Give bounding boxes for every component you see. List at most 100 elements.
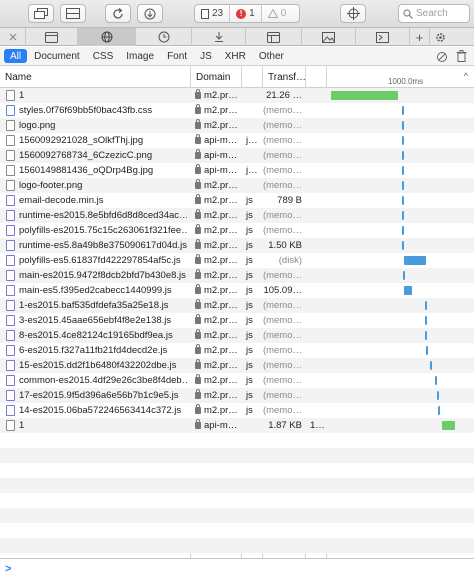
row-domain-cell: m2.pr… xyxy=(191,403,241,418)
tab-elements[interactable] xyxy=(26,28,78,46)
tab-network[interactable] xyxy=(78,28,136,46)
tab-settings[interactable] xyxy=(430,28,450,46)
filter-js[interactable]: JS xyxy=(194,49,218,63)
quick-console[interactable]: > xyxy=(0,558,474,578)
table-row[interactable]: 1 api-m… 1.87 KB 1… xyxy=(0,418,474,433)
column-name-header[interactable]: Name xyxy=(0,66,191,88)
row-domain-cell: m2.pr… xyxy=(191,298,241,313)
row-domain-cell: m2.pr… xyxy=(191,88,241,103)
row-domain-cell: m2.pr… xyxy=(191,178,241,193)
table-row[interactable]: main-es5.f395ed2cabecc1440999.js m2.pr… js… xyxy=(0,283,474,298)
resource-type: js xyxy=(246,315,253,326)
table-row[interactable]: email-decode.min.js m2.pr… js 789 B xyxy=(0,193,474,208)
search-icon xyxy=(403,8,413,19)
dock-bottom-button[interactable] xyxy=(60,4,86,23)
resource-time xyxy=(306,193,326,208)
table-row[interactable]: 8-es2015.4ce82124c19165bdf9ea.js m2.pr… js… xyxy=(0,328,474,343)
tab-new[interactable]: + xyxy=(410,28,430,46)
column-name-label: Name xyxy=(5,71,32,83)
column-time-header[interactable] xyxy=(306,66,327,88)
table-row[interactable]: logo-footer.png m2.pr… (memo… xyxy=(0,178,474,193)
search-input[interactable] xyxy=(416,8,466,19)
reload-button[interactable] xyxy=(105,4,131,23)
table-row[interactable]: logo.png m2.pr… (memo… xyxy=(0,118,474,133)
table-row[interactable]: polyfills-es2015.75c15c263061f321fee… m2.… xyxy=(0,223,474,238)
table-row[interactable]: 17-es2015.9f5d396a6e56b7b1c9e5.js m2.pr… j… xyxy=(0,388,474,403)
search-field[interactable] xyxy=(398,4,470,23)
column-transfer-header[interactable]: Transf… xyxy=(263,66,306,88)
lock-icon xyxy=(195,224,201,234)
disable-cache-button[interactable] xyxy=(436,51,448,66)
warnings-count-cell[interactable]: 0 xyxy=(260,5,293,22)
waterfall-cell xyxy=(327,148,474,163)
debugger-icon xyxy=(214,32,223,42)
js-file-icon xyxy=(6,300,15,311)
resource-transfer-size: (memo… xyxy=(263,345,302,356)
filter-font[interactable]: Font xyxy=(161,49,193,63)
js-file-icon xyxy=(6,285,15,296)
image-file-icon xyxy=(6,135,15,146)
table-row[interactable]: styles.0f76f69bb5f0bac43fb.css m2.pr… (mem… xyxy=(0,103,474,118)
resource-type: js xyxy=(246,345,253,356)
resource-time xyxy=(306,163,326,178)
row-name-cell: logo-footer.png xyxy=(0,178,190,193)
resource-time xyxy=(306,283,326,298)
table-row[interactable]: runtime-es2015.8e5bfd6d8d8ced34ac… m2.pr…… xyxy=(0,208,474,223)
column-type-header[interactable] xyxy=(242,66,263,88)
image-file-icon xyxy=(6,165,15,176)
table-row[interactable]: 1-es2015.baf535dfdefa35a25e18.js m2.pr… js… xyxy=(0,298,474,313)
resource-type xyxy=(242,118,262,133)
lock-icon xyxy=(195,194,201,204)
resource-type: js xyxy=(246,300,253,311)
windows-icon xyxy=(34,8,48,19)
row-name-cell: main-es2015.9472f8dcb2bfd7b430e8.js xyxy=(0,268,190,283)
empty-row xyxy=(0,493,474,508)
table-row[interactable]: polyfills-es5.61837fd422297854af5c.js m2.… xyxy=(0,253,474,268)
resources-count-cell[interactable]: 23 xyxy=(195,5,229,22)
table-row[interactable]: 14-es2015.06ba572246563414c372.js m2.pr… j… xyxy=(0,403,474,418)
table-row[interactable]: main-es2015.9472f8dcb2bfd7b430e8.js m2.pr… xyxy=(0,268,474,283)
empty-row xyxy=(0,463,474,478)
download-button[interactable] xyxy=(137,4,163,23)
table-row[interactable]: 3-es2015.45aae656ebf4f8e2e138.js m2.pr… js… xyxy=(0,313,474,328)
lock-icon xyxy=(195,179,201,189)
tab-canvas[interactable] xyxy=(302,28,356,46)
table-row[interactable]: 1 m2.pr… 21.26 … xyxy=(0,88,474,103)
filter-other[interactable]: Other xyxy=(253,49,290,63)
table-row[interactable]: 1560149881436_oQDrp4Bg.jpg api-m… j… (memo… xyxy=(0,163,474,178)
resource-type: js xyxy=(246,240,253,251)
js-file-icon xyxy=(6,240,15,251)
errors-count-cell[interactable]: ! 1 xyxy=(229,5,261,22)
inspect-element-button[interactable] xyxy=(340,4,366,23)
resource-time xyxy=(306,118,326,133)
row-name-cell: 6-es2015.f327a11fb21fd4decd2e.js xyxy=(0,343,190,358)
table-row[interactable]: 1560092921028_sOlkfThj.jpg api-m… j… (memo… xyxy=(0,133,474,148)
resource-summary[interactable]: 23 ! 1 0 xyxy=(194,4,300,23)
tab-storage[interactable] xyxy=(246,28,302,46)
filter-image[interactable]: Image xyxy=(120,49,160,63)
table-row[interactable]: 1560092768734_6CzezicC.png api-m… (memo… xyxy=(0,148,474,163)
resource-name: 15-es2015.dd2f1b6480f432202dbe.js xyxy=(19,360,177,371)
waterfall-bar xyxy=(404,256,426,265)
clear-log-button[interactable] xyxy=(456,50,467,65)
resource-transfer-size: (disk) xyxy=(278,255,302,266)
row-domain-cell: m2.pr… xyxy=(191,223,241,238)
filter-xhr[interactable]: XHR xyxy=(219,49,252,63)
waterfall-bar xyxy=(430,361,432,370)
gear-icon xyxy=(435,32,445,42)
tab-timelines[interactable] xyxy=(136,28,192,46)
filter-document[interactable]: Document xyxy=(28,49,86,63)
table-row[interactable]: 15-es2015.dd2f1b6480f432202dbe.js m2.pr… j… xyxy=(0,358,474,373)
tab-close[interactable] xyxy=(0,28,26,46)
network-icon xyxy=(101,31,112,43)
column-domain-header[interactable]: Domain xyxy=(191,66,242,88)
table-row[interactable]: 6-es2015.f327a11fb21fd4decd2e.js m2.pr… js… xyxy=(0,343,474,358)
dock-window-button[interactable] xyxy=(28,4,54,23)
resource-transfer-size: (memo… xyxy=(263,105,302,116)
table-row[interactable]: runtime-es5.8a49b8e375090617d04d.js m2.pr… xyxy=(0,238,474,253)
filter-all[interactable]: All xyxy=(4,49,28,63)
table-row[interactable]: common-es2015.4df29e26c3be8f4deb… m2.pr… j… xyxy=(0,373,474,388)
tab-debugger[interactable] xyxy=(192,28,246,46)
filter-css[interactable]: CSS xyxy=(87,49,120,63)
tab-console[interactable] xyxy=(356,28,410,46)
